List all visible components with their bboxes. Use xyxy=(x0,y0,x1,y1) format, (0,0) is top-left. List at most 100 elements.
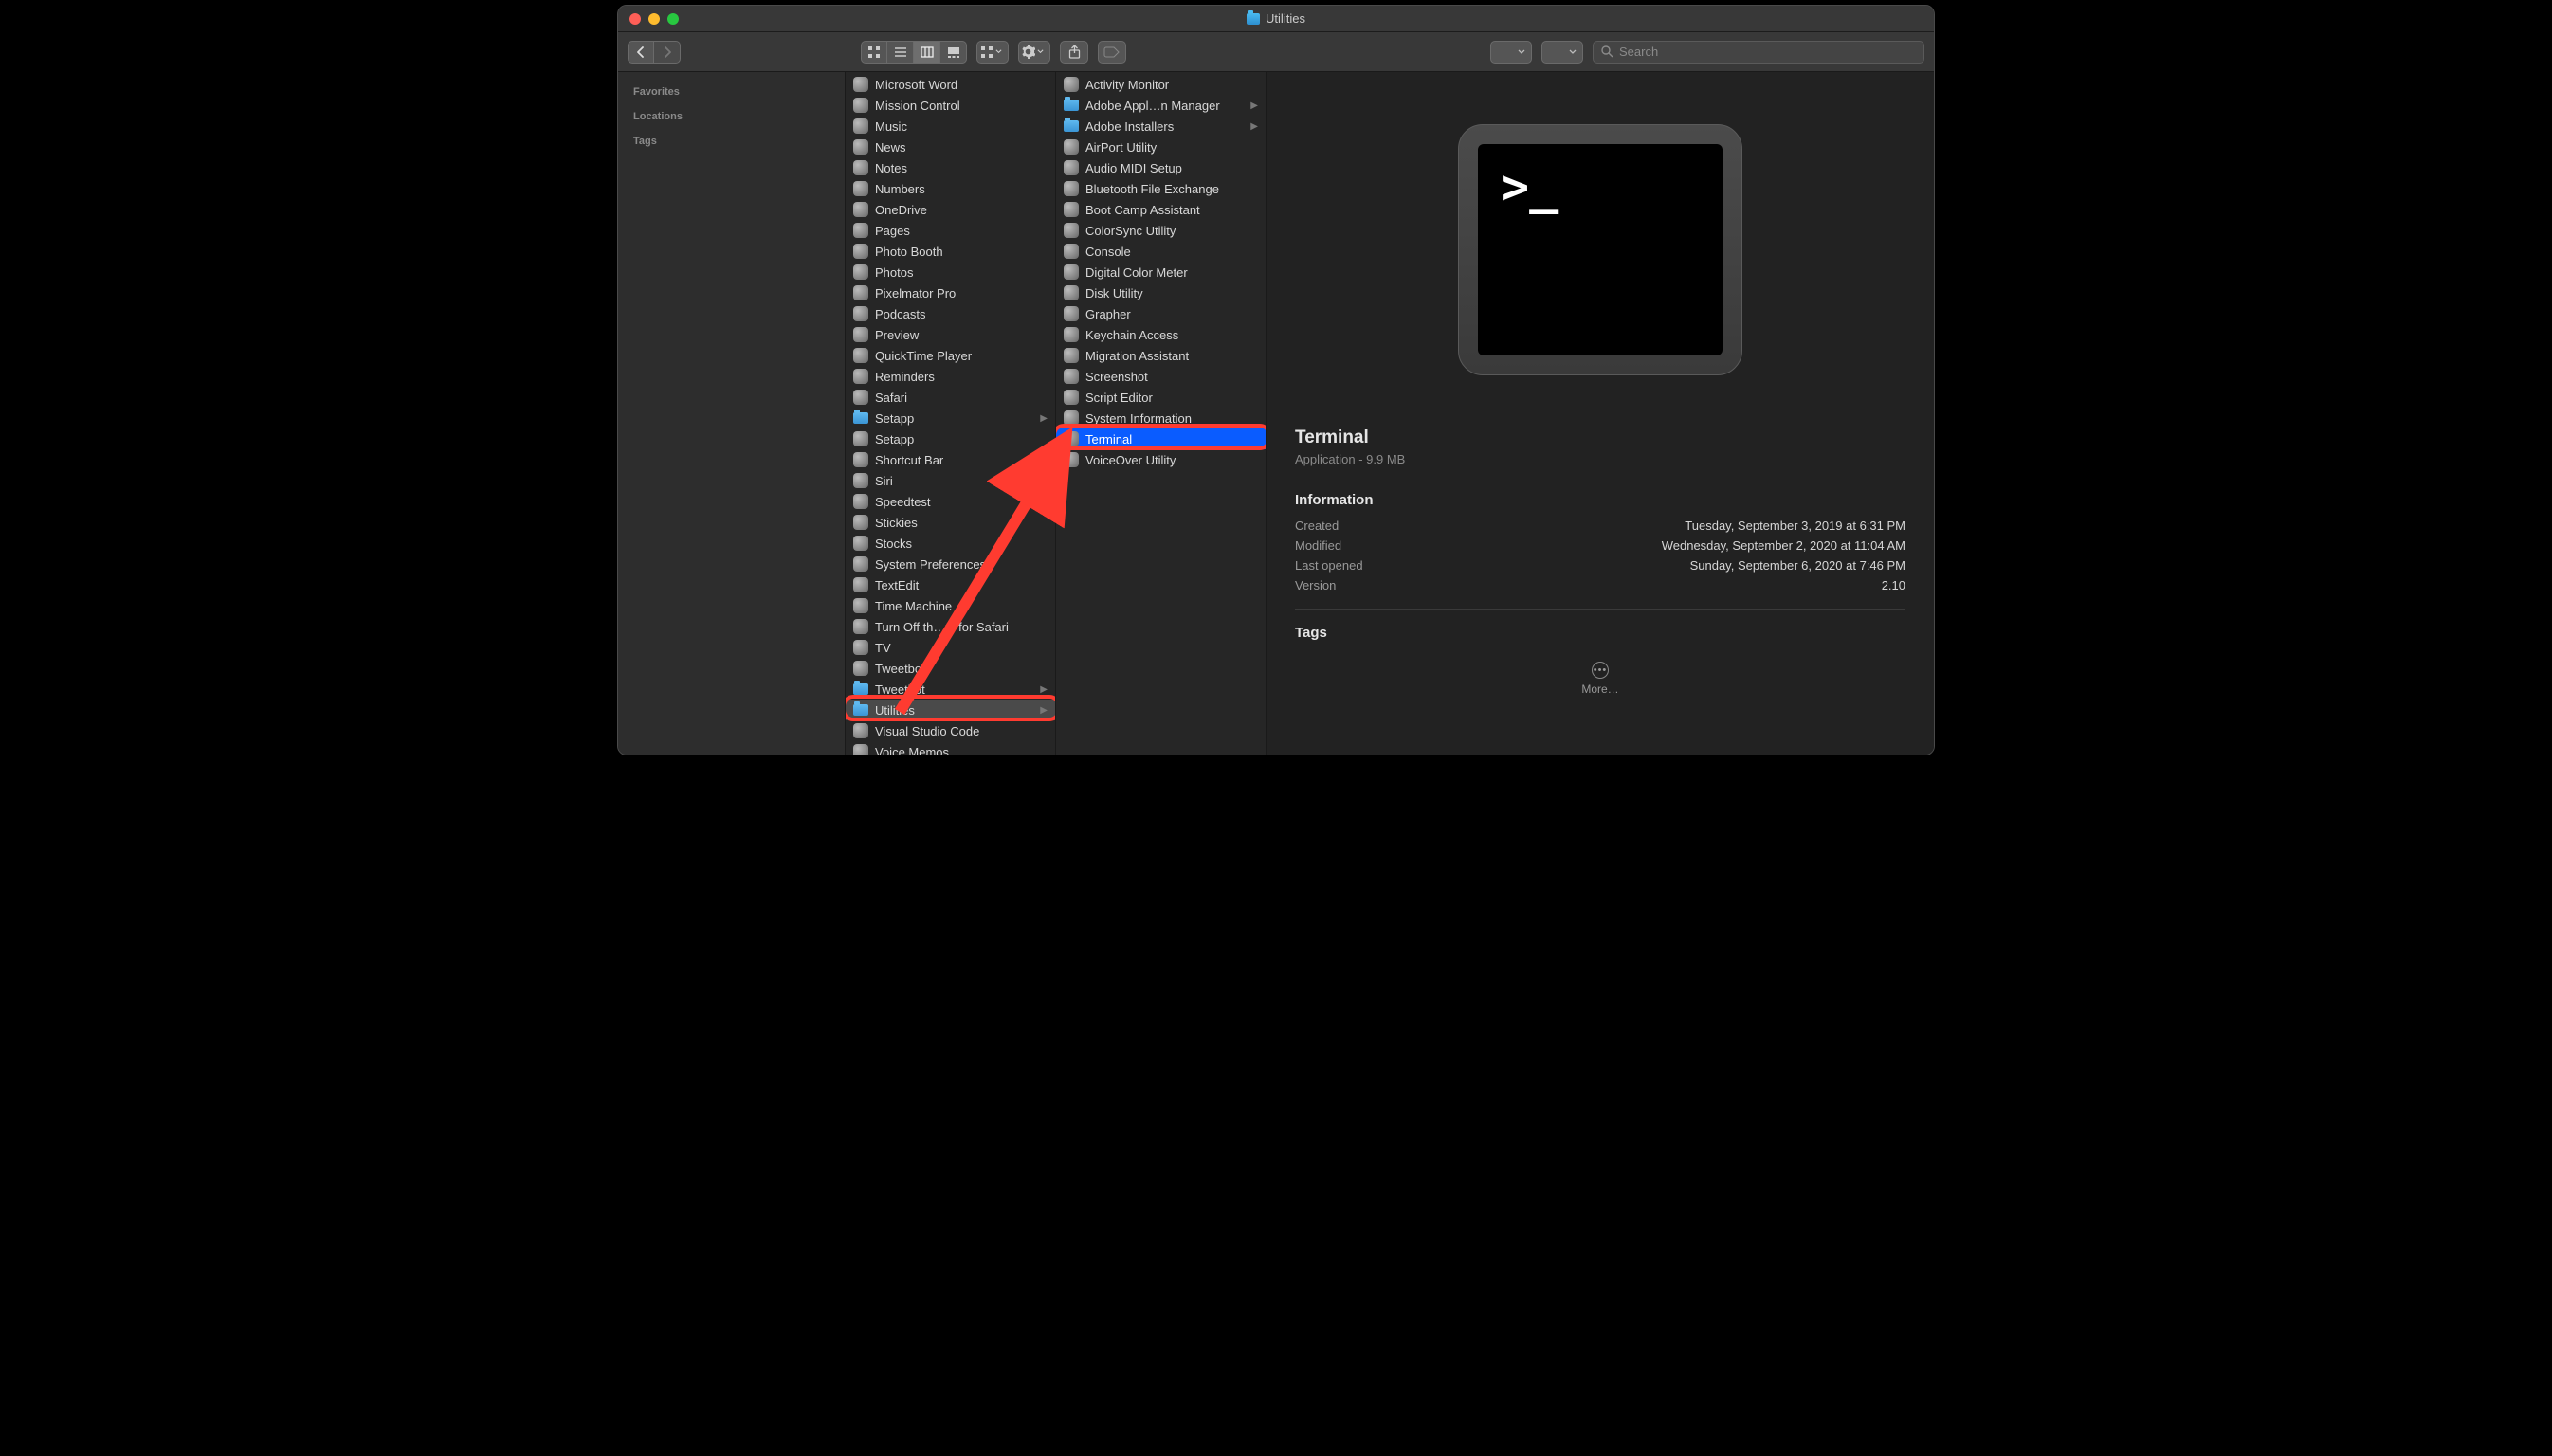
list-item-label: Stickies xyxy=(875,516,918,530)
list-item[interactable]: Time Machine xyxy=(846,595,1055,616)
preview-info-value: Sunday, September 6, 2020 at 7:46 PM xyxy=(1690,558,1905,573)
list-item-label: Time Machine xyxy=(875,599,952,613)
preview-info-row: Last openedSunday, September 6, 2020 at … xyxy=(1295,555,1905,575)
list-item[interactable]: Boot Camp Assistant xyxy=(1056,199,1266,220)
list-item-label: Visual Studio Code xyxy=(875,724,979,738)
list-item[interactable]: Siri xyxy=(846,470,1055,491)
list-item[interactable]: Photo Booth xyxy=(846,241,1055,262)
list-item[interactable]: Migration Assistant xyxy=(1056,345,1266,366)
toolbar-select-2[interactable] xyxy=(1541,41,1583,64)
list-item-label: Utilities xyxy=(875,703,915,718)
list-item[interactable]: TextEdit xyxy=(846,574,1055,595)
list-item-label: AirPort Utility xyxy=(1085,140,1157,155)
list-item-label: Keychain Access xyxy=(1085,328,1178,342)
list-item[interactable]: Adobe Installers▶ xyxy=(1056,116,1266,136)
sidebar-section-locations[interactable]: Locations xyxy=(618,104,845,129)
list-item[interactable]: Utilities▶ xyxy=(846,700,1055,720)
group-by-button[interactable] xyxy=(976,41,1009,64)
list-item-label: Pixelmator Pro xyxy=(875,286,956,300)
list-item[interactable]: Setapp▶ xyxy=(846,408,1055,428)
app-icon xyxy=(1064,223,1079,238)
app-icon xyxy=(1064,431,1079,446)
list-item-label: Photo Booth xyxy=(875,245,943,259)
list-item[interactable]: Podcasts xyxy=(846,303,1055,324)
list-item-label: Stocks xyxy=(875,537,912,551)
list-item[interactable]: Turn Off th…ts for Safari xyxy=(846,616,1055,637)
list-item[interactable]: Safari xyxy=(846,387,1055,408)
list-item[interactable]: Numbers xyxy=(846,178,1055,199)
search-field[interactable]: Search xyxy=(1593,41,1924,64)
app-icon xyxy=(853,619,868,634)
list-item[interactable]: Tweetbot▶ xyxy=(846,679,1055,700)
list-item[interactable]: Adobe Appl…n Manager▶ xyxy=(1056,95,1266,116)
list-item[interactable]: System Information xyxy=(1056,408,1266,428)
preview-info-key: Modified xyxy=(1295,538,1341,553)
list-item[interactable]: Bluetooth File Exchange xyxy=(1056,178,1266,199)
list-item-label: Mission Control xyxy=(875,99,960,113)
zoom-button[interactable] xyxy=(667,13,679,25)
list-item[interactable]: Voice Memos xyxy=(846,741,1055,755)
list-item[interactable]: Terminal xyxy=(1056,428,1266,449)
list-item[interactable]: Disk Utility xyxy=(1056,282,1266,303)
list-item[interactable]: Mission Control xyxy=(846,95,1055,116)
list-item[interactable]: Microsoft Word xyxy=(846,74,1055,95)
list-item[interactable]: Console xyxy=(1056,241,1266,262)
list-item[interactable]: News xyxy=(846,136,1055,157)
action-menu-button[interactable] xyxy=(1018,41,1050,64)
list-item[interactable]: Keychain Access xyxy=(1056,324,1266,345)
list-item[interactable]: Audio MIDI Setup xyxy=(1056,157,1266,178)
app-icon xyxy=(853,348,868,363)
list-item[interactable]: Screenshot xyxy=(1056,366,1266,387)
list-item[interactable]: Stickies xyxy=(846,512,1055,533)
sidebar-section-tags[interactable]: Tags xyxy=(618,129,845,154)
list-item[interactable]: AirPort Utility xyxy=(1056,136,1266,157)
list-item[interactable]: ColorSync Utility xyxy=(1056,220,1266,241)
list-item-label: Boot Camp Assistant xyxy=(1085,203,1200,217)
list-item[interactable]: Music xyxy=(846,116,1055,136)
view-gallery-button[interactable] xyxy=(940,41,967,64)
sidebar-section-favorites[interactable]: Favorites xyxy=(618,80,845,104)
list-item[interactable]: Preview xyxy=(846,324,1055,345)
list-item[interactable]: Tweetbot xyxy=(846,658,1055,679)
view-list-button[interactable] xyxy=(887,41,914,64)
list-item[interactable]: Pages xyxy=(846,220,1055,241)
tags-button[interactable] xyxy=(1098,41,1126,64)
preview-info-row: ModifiedWednesday, September 2, 2020 at … xyxy=(1295,536,1905,555)
list-item[interactable]: Photos xyxy=(846,262,1055,282)
list-item[interactable]: Activity Monitor xyxy=(1056,74,1266,95)
list-item[interactable]: System Preferences xyxy=(846,554,1055,574)
list-item[interactable]: Reminders xyxy=(846,366,1055,387)
list-item[interactable]: Shortcut Bar xyxy=(846,449,1055,470)
list-item[interactable]: Stocks xyxy=(846,533,1055,554)
column-1[interactable]: Microsoft Word Mission Control MusicNewsNo… xyxy=(846,72,1056,755)
list-item-label: Tweetbot xyxy=(875,682,925,697)
terminal-glyph: >_ xyxy=(1478,144,1723,355)
column-2[interactable]: Activity MonitorAdobe Appl…n Manager▶Ado… xyxy=(1056,72,1267,755)
minimize-button[interactable] xyxy=(648,13,660,25)
list-item-label: System Information xyxy=(1085,411,1192,426)
list-item[interactable]: QuickTime Player xyxy=(846,345,1055,366)
list-item[interactable]: Digital Color Meter xyxy=(1056,262,1266,282)
close-button[interactable] xyxy=(629,13,641,25)
list-item[interactable]: VoiceOver Utility xyxy=(1056,449,1266,470)
list-item[interactable]: Script Editor xyxy=(1056,387,1266,408)
list-item[interactable]: Visual Studio Code xyxy=(846,720,1055,741)
list-item[interactable]: TV xyxy=(846,637,1055,658)
list-item-label: Script Editor xyxy=(1085,391,1153,405)
list-item[interactable]: Speedtest xyxy=(846,491,1055,512)
app-icon xyxy=(1064,264,1079,280)
preview-more[interactable]: ••• More… xyxy=(1295,662,1905,696)
list-item[interactable]: Setapp xyxy=(846,428,1055,449)
list-item-label: TextEdit xyxy=(875,578,919,592)
view-columns-button[interactable] xyxy=(914,41,940,64)
list-item[interactable]: Grapher xyxy=(1056,303,1266,324)
share-button[interactable] xyxy=(1060,41,1088,64)
list-item[interactable]: OneDrive xyxy=(846,199,1055,220)
list-item[interactable]: Notes xyxy=(846,157,1055,178)
back-button[interactable] xyxy=(628,41,654,64)
view-icons-button[interactable] xyxy=(861,41,887,64)
forward-button[interactable] xyxy=(654,41,681,64)
toolbar-select-1[interactable] xyxy=(1490,41,1532,64)
list-item[interactable]: Pixelmator Pro xyxy=(846,282,1055,303)
list-item-label: Bluetooth File Exchange xyxy=(1085,182,1219,196)
